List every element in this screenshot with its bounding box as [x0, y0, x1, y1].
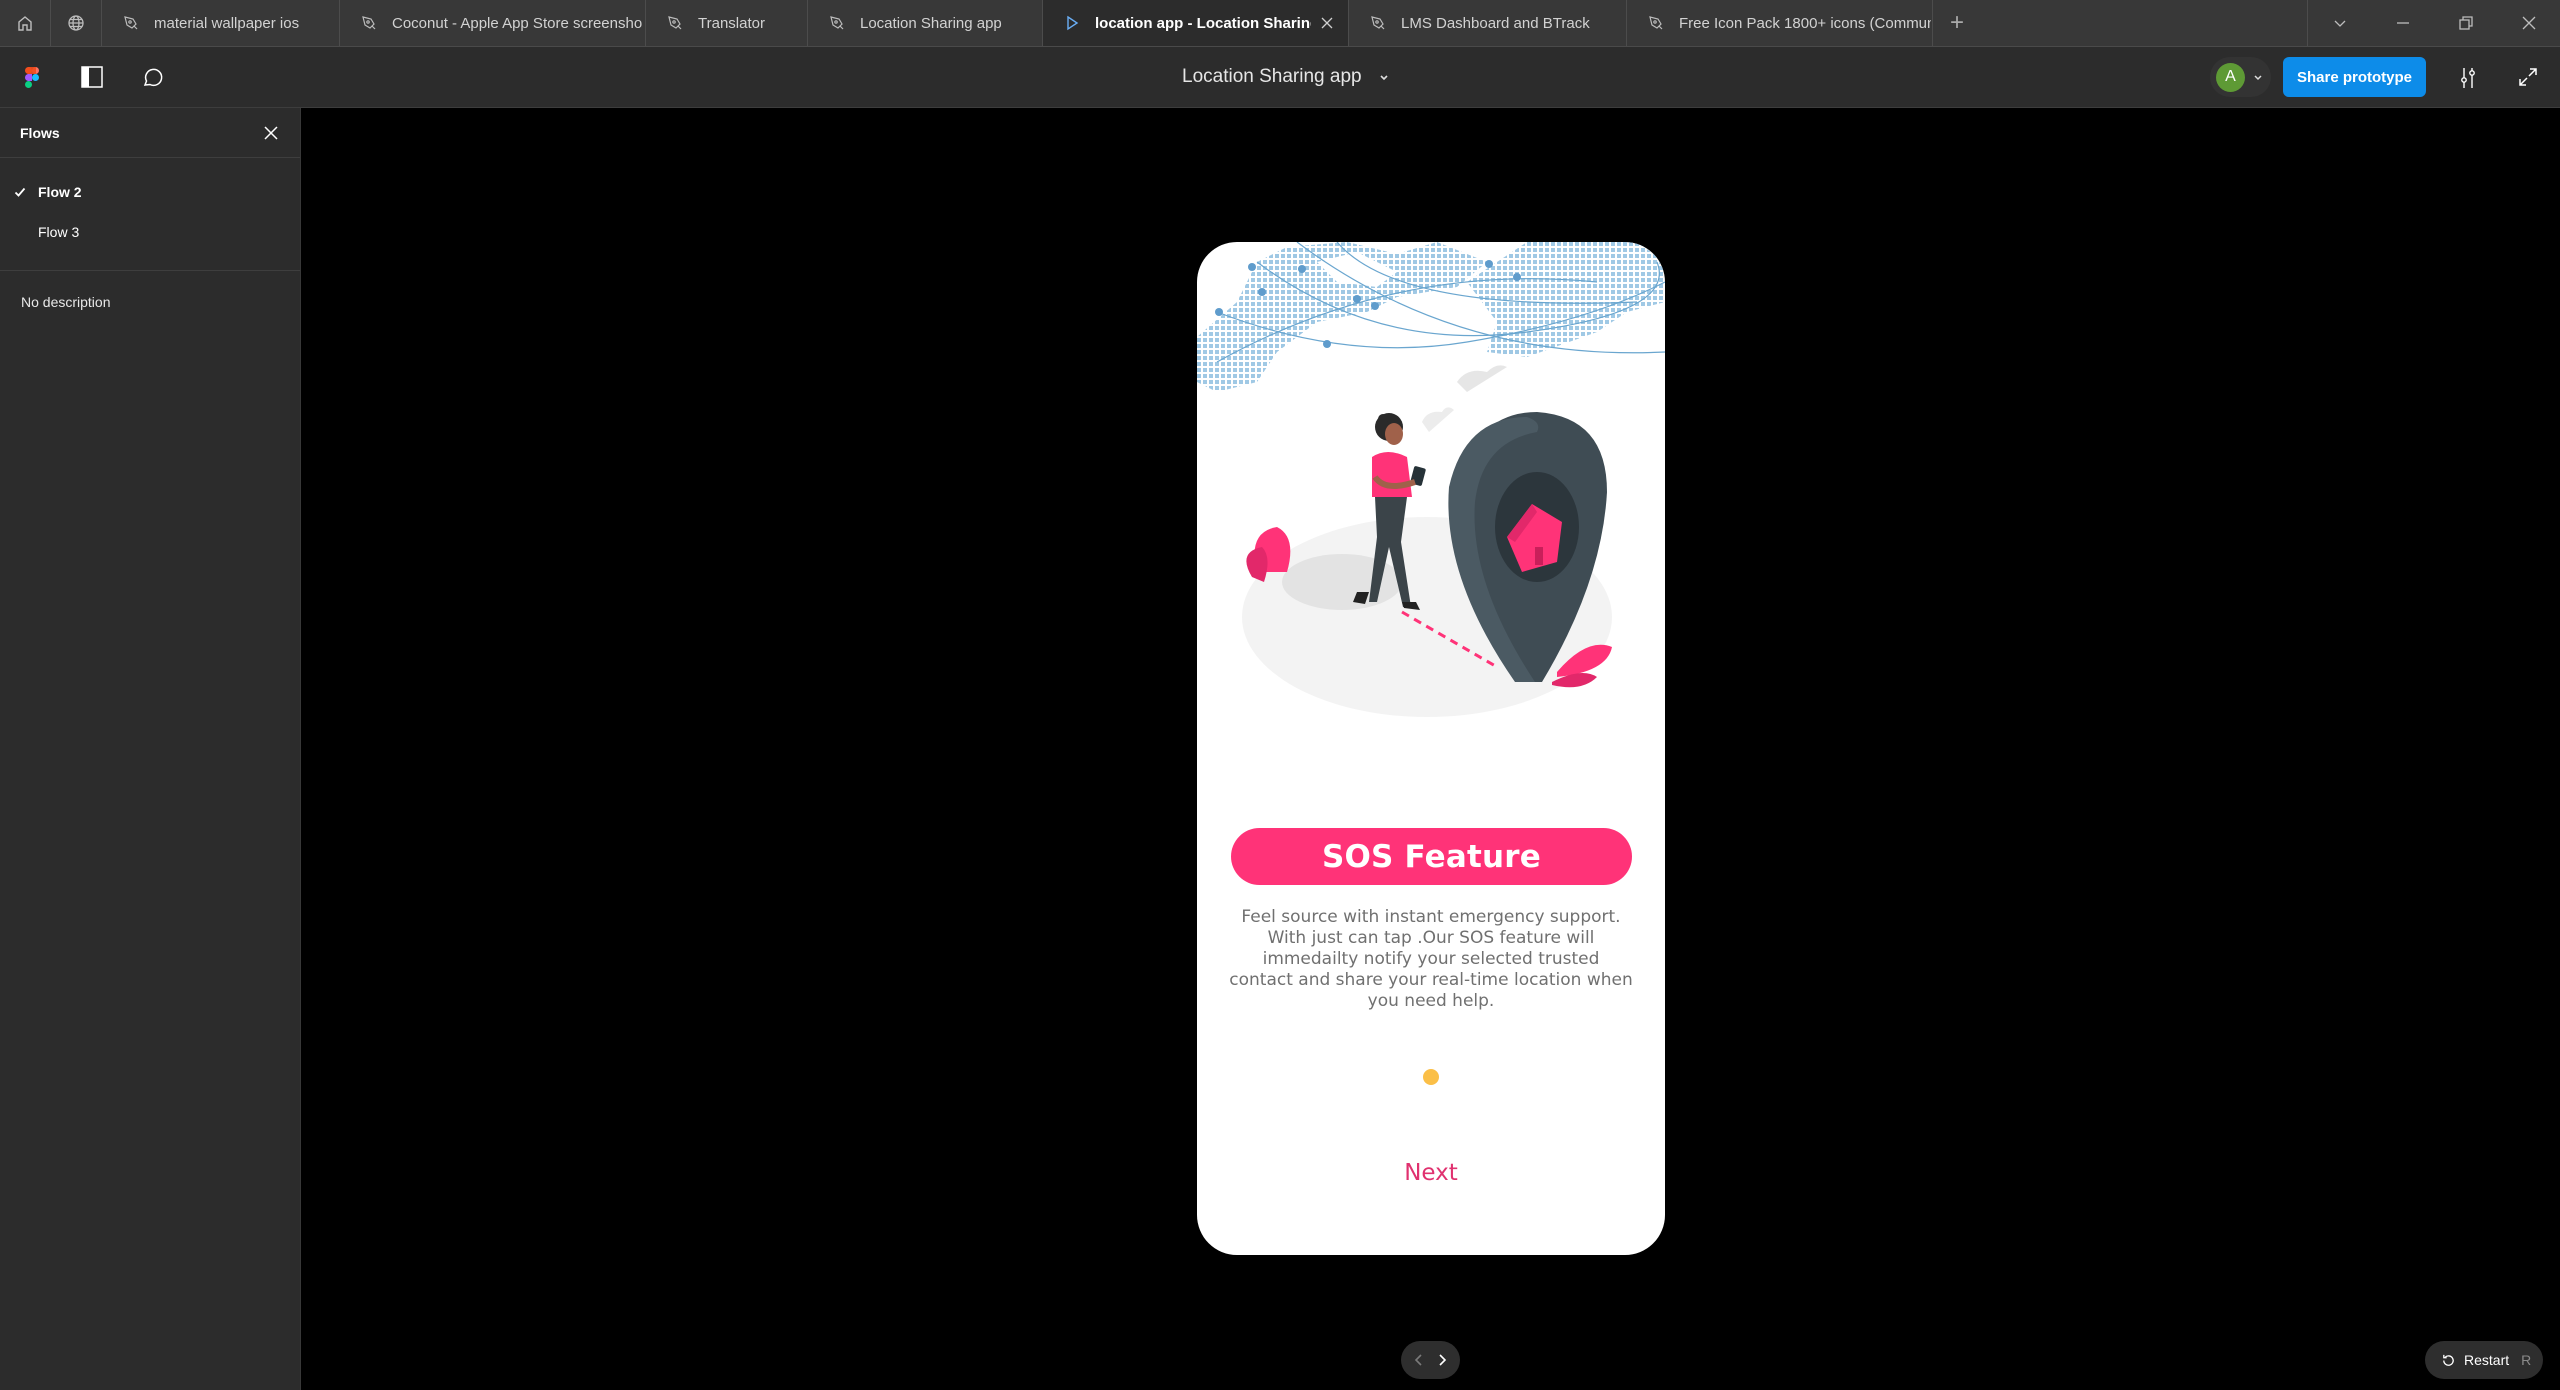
minimize-button[interactable] — [2371, 0, 2434, 46]
figma-logo-icon — [25, 66, 39, 88]
home-icon — [18, 16, 32, 31]
pagination-dot-active — [1423, 1069, 1439, 1085]
restart-button[interactable]: Restart R — [2425, 1341, 2543, 1379]
figma-pen-icon — [668, 16, 682, 30]
home-button[interactable] — [0, 0, 51, 46]
settings-sliders-icon — [2461, 68, 2475, 88]
frame-navigation — [1401, 1341, 1460, 1379]
close-window-button[interactable] — [2497, 0, 2560, 46]
globe-icon — [68, 15, 84, 31]
location-illustration — [1197, 242, 1665, 717]
prototype-toolbar: Location Sharing app A Share prototype — [0, 47, 2560, 108]
tab-label: location app - Location Sharing app — [1095, 14, 1311, 32]
close-icon[interactable] — [262, 124, 280, 142]
file-title-menu[interactable]: Location Sharing app — [1182, 47, 1390, 107]
expand-icon — [2519, 68, 2537, 86]
tab-label: LMS Dashboard and BTrack — [1401, 14, 1590, 32]
restart-label: Restart — [2464, 1352, 2510, 1368]
tab-lms-dashboard[interactable]: LMS Dashboard and BTrack — [1349, 0, 1627, 46]
screen-title-badge: SOS Feature — [1231, 828, 1632, 885]
figma-pen-icon — [1649, 16, 1663, 30]
plus-icon: + — [1949, 9, 1964, 36]
flow-description: No description — [21, 294, 111, 310]
tab-free-icon-pack[interactable]: Free Icon Pack 1800+ icons (Community) — [1627, 0, 1933, 46]
chevron-down-icon — [2334, 20, 2345, 27]
restart-shortcut: R — [2521, 1352, 2532, 1368]
globe-button[interactable] — [51, 0, 102, 46]
user-menu[interactable]: A — [2209, 57, 2271, 97]
restore-button[interactable] — [2434, 0, 2497, 46]
figma-pen-icon — [124, 16, 138, 30]
tab-label: Free Icon Pack 1800+ icons (Community) — [1679, 14, 1931, 32]
figma-pen-icon — [1371, 16, 1385, 30]
flow-item-flow-3[interactable]: Flow 3 — [0, 212, 300, 252]
tab-translator[interactable]: Translator — [646, 0, 808, 46]
screen-description: Feel source with instant emergency suppo… — [1229, 907, 1633, 1011]
figma-pen-icon — [830, 16, 844, 30]
tab-list-button[interactable] — [2308, 0, 2371, 46]
tab-label: Location Sharing app — [860, 14, 1002, 32]
play-icon — [1067, 15, 1079, 31]
restore-icon — [2458, 16, 2473, 30]
new-tab-button[interactable]: + — [1933, 0, 1981, 46]
share-prototype-button[interactable]: Share prototype — [2282, 57, 2426, 97]
tab-label: Translator — [698, 14, 765, 32]
tab-location-app-prototype[interactable]: location app - Location Sharing app — [1043, 0, 1349, 46]
minimize-icon — [2396, 22, 2409, 24]
tab-label: material wallpaper ios — [154, 14, 300, 32]
tab-coconut[interactable]: Coconut - Apple App Store screenshots — [340, 0, 646, 46]
restart-icon — [2443, 1354, 2454, 1366]
flow-item-flow-2[interactable]: Flow 2 — [0, 172, 300, 212]
sidebar-icon — [81, 66, 103, 88]
close-tab-icon[interactable] — [1318, 14, 1336, 32]
prototype-frame[interactable]: SOS Feature Feel source with instant eme… — [1197, 242, 1665, 1255]
checkmark-icon — [14, 187, 26, 197]
toggle-sidebar-button[interactable] — [80, 65, 104, 89]
figma-pen-icon — [362, 16, 376, 30]
flows-title: Flows — [20, 124, 60, 141]
tab-location-sharing-app[interactable]: Location Sharing app — [808, 0, 1043, 46]
flows-panel: Flows Flow 2 Flow 3 No description — [0, 108, 301, 1390]
flow-label: Flow 3 — [38, 224, 80, 240]
chevron-down-icon — [2254, 75, 2262, 81]
next-frame-button[interactable] — [1435, 1353, 1449, 1367]
avatar: A — [2215, 62, 2245, 92]
file-title: Location Sharing app — [1182, 66, 1362, 87]
window-controls — [2307, 0, 2560, 46]
tab-material-wallpaper[interactable]: material wallpaper ios — [102, 0, 340, 46]
comment-icon — [143, 68, 163, 87]
next-button[interactable]: Next — [1197, 1160, 1665, 1186]
fullscreen-button[interactable] — [2516, 65, 2540, 89]
figma-menu-button[interactable] — [20, 65, 44, 89]
tab-label: Coconut - Apple App Store screenshots — [392, 14, 642, 32]
prototype-settings-button[interactable] — [2456, 65, 2480, 89]
chevron-down-icon — [1380, 75, 1388, 81]
previous-frame-button[interactable] — [1412, 1353, 1426, 1367]
close-icon — [2522, 16, 2535, 30]
comments-button[interactable] — [140, 65, 164, 89]
flow-label: Flow 2 — [38, 184, 82, 200]
browser-tab-bar: material wallpaper ios Coconut - Apple A… — [0, 0, 2560, 47]
